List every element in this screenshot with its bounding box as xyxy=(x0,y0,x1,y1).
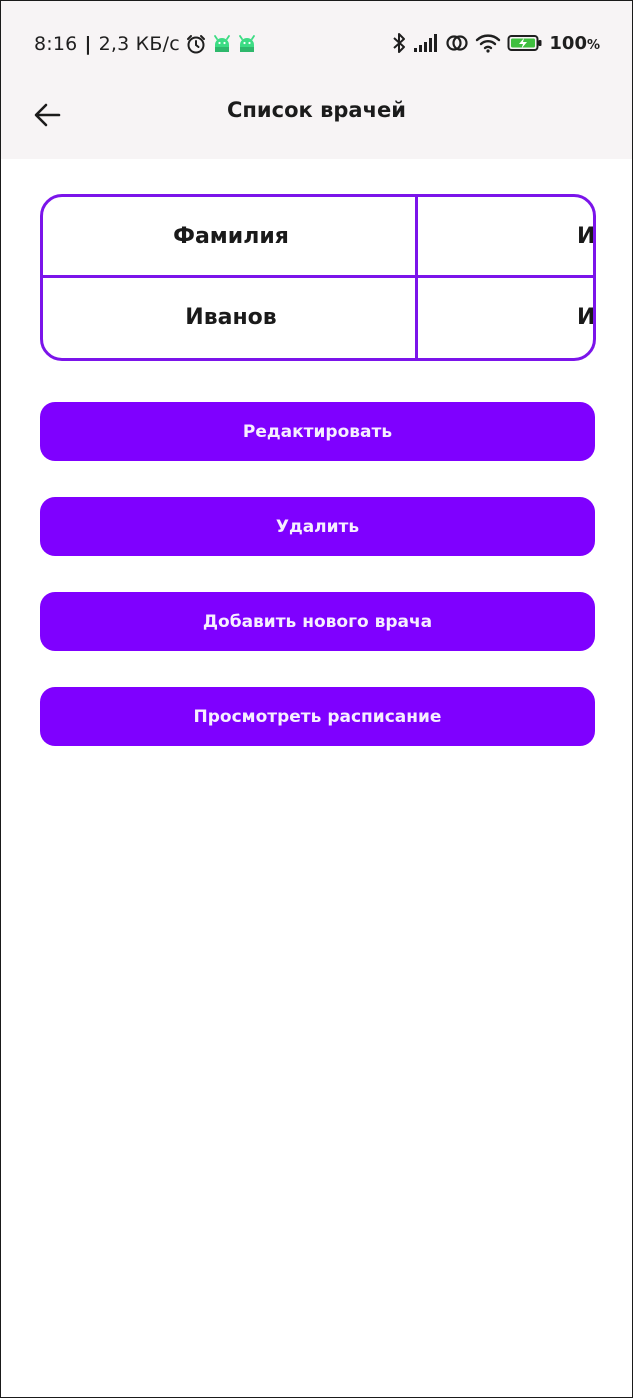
signal-icon xyxy=(413,33,439,53)
alarm-icon xyxy=(185,33,207,55)
status-time: 8:16 xyxy=(34,33,78,55)
delete-button[interactable]: Удалить xyxy=(40,497,595,556)
android-icon xyxy=(237,35,257,53)
wifi-icon xyxy=(475,33,501,53)
battery-charging-icon xyxy=(507,33,543,53)
status-bar-right: 100% xyxy=(391,29,600,57)
status-bar: 8:16 | 2,3 КБ/с 100% xyxy=(1,1,632,85)
phone-screen: 8:16 | 2,3 КБ/с 100% Список врачей Фамил… xyxy=(0,0,633,1398)
page-title: Список врачей xyxy=(227,98,406,122)
table-cell-name[interactable]: И xyxy=(418,278,593,356)
doctors-table[interactable]: Фамилия И Иванов И xyxy=(40,194,596,361)
status-separator: | xyxy=(84,33,92,55)
battery-percent: 100% xyxy=(549,32,600,54)
bluetooth-icon xyxy=(391,31,407,55)
table-column-divider xyxy=(415,197,418,358)
status-bar-left: 8:16 | 2,3 КБ/с xyxy=(34,31,257,57)
table-header-cell-name: И xyxy=(577,223,596,249)
view-schedule-button[interactable]: Просмотреть расписание xyxy=(40,687,595,746)
app-bar: Список врачей xyxy=(1,85,632,159)
hotspot-icon xyxy=(445,32,469,54)
table-header-cell-surname: Фамилия xyxy=(173,223,289,249)
android-icon xyxy=(212,35,232,53)
table-row-divider xyxy=(43,275,593,278)
add-doctor-button[interactable]: Добавить нового врача xyxy=(40,592,595,651)
edit-button[interactable]: Редактировать xyxy=(40,402,595,461)
network-speed: 2,3 КБ/с xyxy=(98,33,180,55)
table-cell-surname[interactable]: Иванов xyxy=(43,278,415,356)
